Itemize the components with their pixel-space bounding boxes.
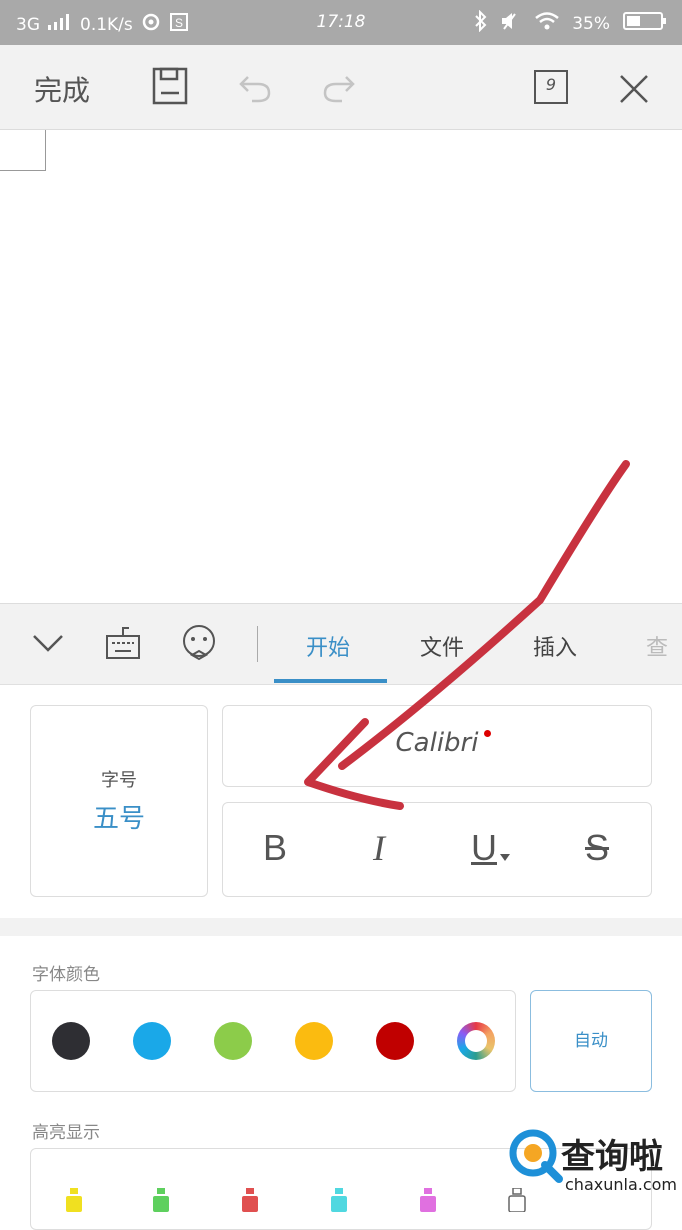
annotation-arrow: [304, 460, 630, 810]
watermark-url: chaxunla.com: [565, 1175, 677, 1194]
watermark-title: 查询啦: [561, 1137, 663, 1177]
watermark-logo: 查询啦 chaxunla.com: [505, 1125, 677, 1205]
magnifier-logo-icon: [509, 1129, 563, 1183]
